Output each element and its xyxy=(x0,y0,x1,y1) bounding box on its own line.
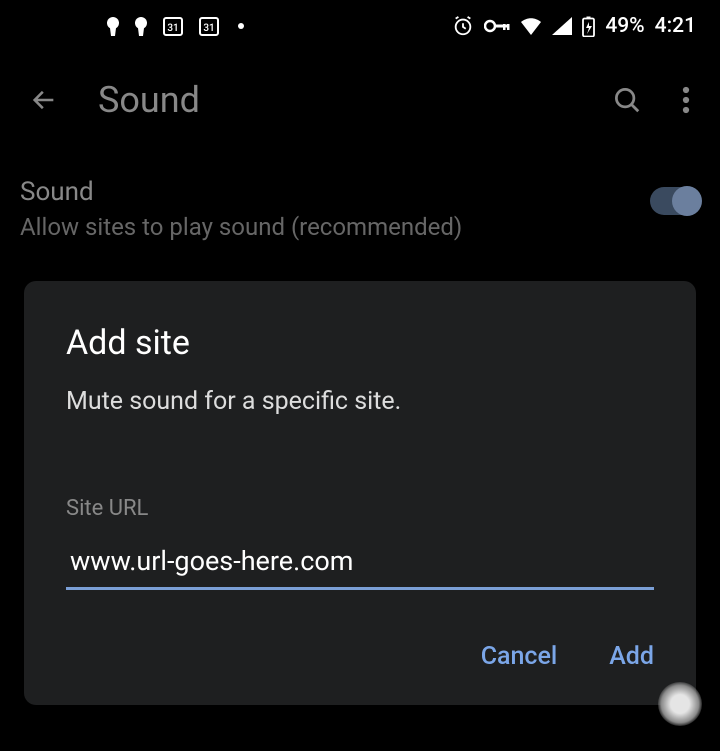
add-button[interactable]: Add xyxy=(609,642,654,671)
dialog-subtitle: Mute sound for a specific site. xyxy=(66,387,654,416)
keyhole-icon xyxy=(134,16,148,36)
dialog-title: Add site xyxy=(66,323,654,363)
setting-sound-row: Sound Allow sites to play sound (recomme… xyxy=(0,147,720,261)
keyhole-icon xyxy=(106,16,120,36)
key-icon xyxy=(484,19,510,33)
back-button[interactable] xyxy=(30,86,58,114)
setting-title: Sound xyxy=(20,177,630,207)
app-bar: Sound xyxy=(0,52,720,147)
status-bar: 31 31 49% 4:21 xyxy=(0,0,720,52)
sound-toggle[interactable] xyxy=(650,187,700,215)
calendar-icon: 31 xyxy=(162,15,184,37)
battery-percent: 49% xyxy=(605,14,644,38)
search-button[interactable] xyxy=(612,85,642,115)
calendar-icon: 31 xyxy=(198,15,220,37)
svg-text:31: 31 xyxy=(203,23,214,34)
alarm-icon xyxy=(452,15,474,37)
more-button[interactable] xyxy=(682,85,690,115)
notification-dot-icon xyxy=(238,23,244,29)
page-title: Sound xyxy=(98,79,200,121)
signal-icon xyxy=(552,17,572,35)
battery-icon xyxy=(582,16,595,37)
setting-subtitle: Allow sites to play sound (recommended) xyxy=(20,213,630,241)
svg-text:31: 31 xyxy=(167,23,178,34)
cancel-button[interactable]: Cancel xyxy=(481,642,558,671)
wifi-icon xyxy=(520,17,542,35)
url-input-label: Site URL xyxy=(66,496,654,521)
clock-time: 4:21 xyxy=(655,14,696,38)
add-site-dialog: Add site Mute sound for a specific site.… xyxy=(24,281,696,705)
site-url-input[interactable] xyxy=(66,539,654,590)
touch-indicator xyxy=(658,682,702,726)
